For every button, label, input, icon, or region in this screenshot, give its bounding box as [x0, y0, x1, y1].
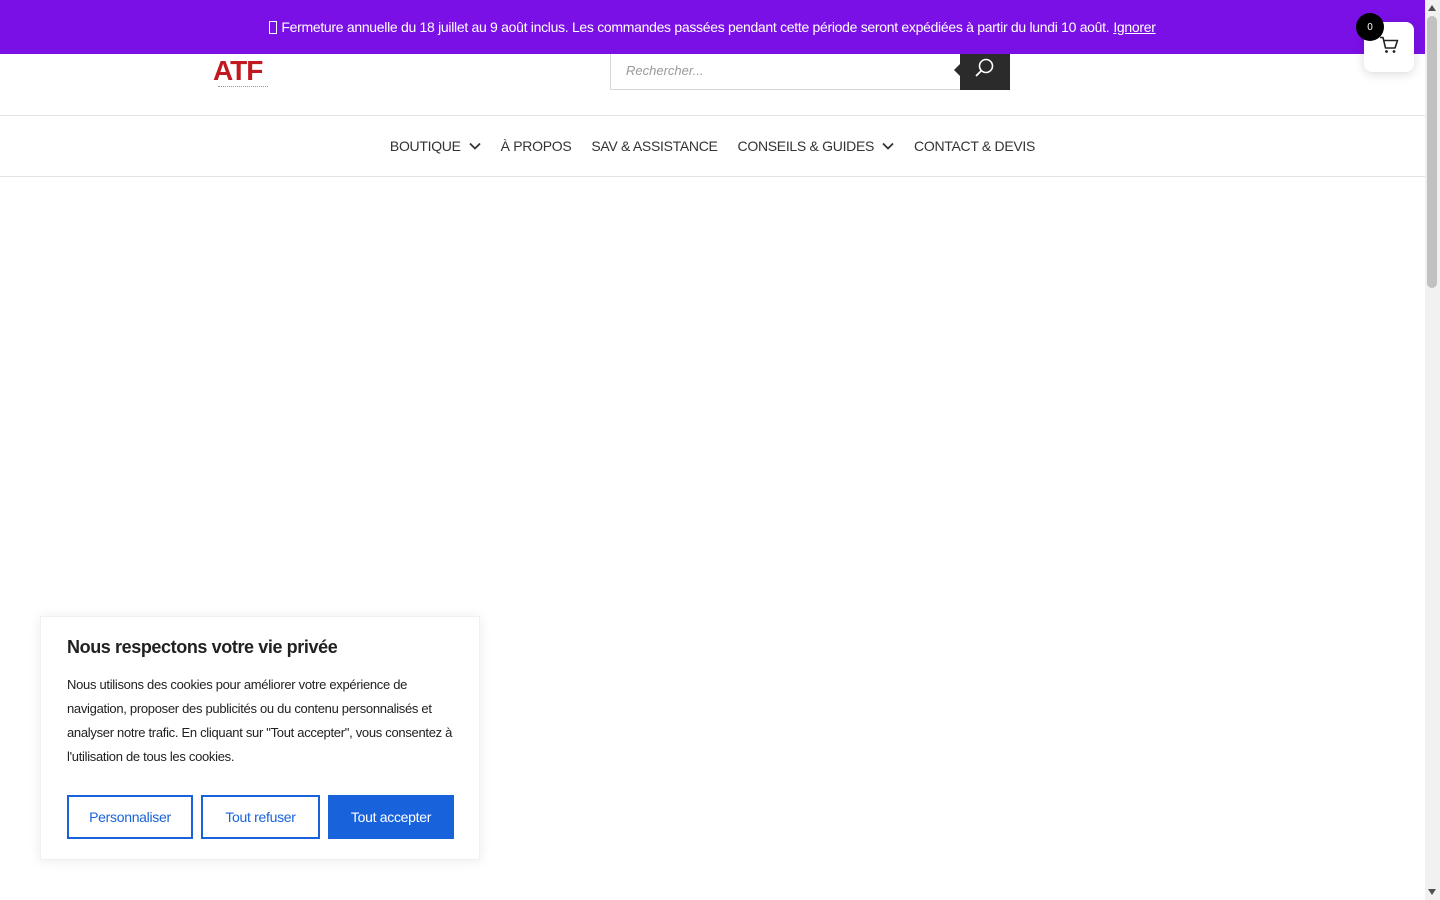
- vertical-scrollbar[interactable]: [1425, 0, 1440, 900]
- accept-all-button[interactable]: Tout accepter: [328, 795, 454, 839]
- dismiss-notice-link[interactable]: Ignorer: [1113, 19, 1156, 35]
- cookie-description: Nous utilisons des cookies pour améliore…: [67, 677, 453, 764]
- search-icon: [975, 58, 995, 83]
- chevron-down-icon: [882, 142, 894, 150]
- scrollbar-thumb[interactable]: [1427, 16, 1437, 288]
- nav-item-label: À PROPOS: [500, 138, 572, 154]
- reject-all-button[interactable]: Tout refuser: [201, 795, 320, 839]
- nav-item-label: SAV & ASSISTANCE: [591, 138, 718, 154]
- main-navigation: BOUTIQUE À PROPOS SAV & ASSISTANCE CONSE…: [0, 116, 1425, 176]
- search-form: [610, 50, 1010, 90]
- nav-item-boutique[interactable]: BOUTIQUE: [380, 138, 491, 154]
- nav-item-conseils-guides[interactable]: CONSEILS & GUIDES: [728, 138, 905, 154]
- nav-item-contact-devis[interactable]: CONTACT & DEVIS: [904, 138, 1045, 154]
- nav-item-a-propos[interactable]: À PROPOS: [491, 138, 582, 154]
- site-logo[interactable]: ATF: [213, 56, 273, 90]
- logo-text: ATF: [213, 55, 263, 86]
- missing-glyph-icon: [269, 20, 278, 34]
- scroll-down-arrow-icon[interactable]: [1428, 889, 1436, 895]
- nav-item-label: CONTACT & DEVIS: [914, 138, 1036, 154]
- cookie-title: Nous respectons votre vie privée: [67, 637, 338, 657]
- search-button[interactable]: [954, 50, 1010, 90]
- cookie-consent-banner: Nous respectons votre vie privée Nous ut…: [40, 616, 480, 860]
- cart-count-badge: 0: [1356, 13, 1384, 41]
- customize-button[interactable]: Personnaliser: [67, 795, 193, 839]
- store-notice-bar: Fermeture annuelle du 18 juillet au 9 ao…: [0, 0, 1425, 54]
- cart-icon: [1379, 36, 1399, 59]
- scroll-up-arrow-icon[interactable]: [1428, 5, 1436, 11]
- nav-item-label: BOUTIQUE: [389, 138, 461, 154]
- search-input[interactable]: [611, 51, 961, 89]
- nav-item-sav-assistance[interactable]: SAV & ASSISTANCE: [581, 138, 727, 154]
- nav-item-label: CONSEILS & GUIDES: [737, 138, 875, 154]
- chevron-down-icon: [469, 142, 481, 150]
- store-notice-text: Fermeture annuelle du 18 juillet au 9 ao…: [281, 19, 1110, 35]
- nav-divider: [0, 176, 1425, 177]
- logo-tagline-mark: [218, 86, 268, 90]
